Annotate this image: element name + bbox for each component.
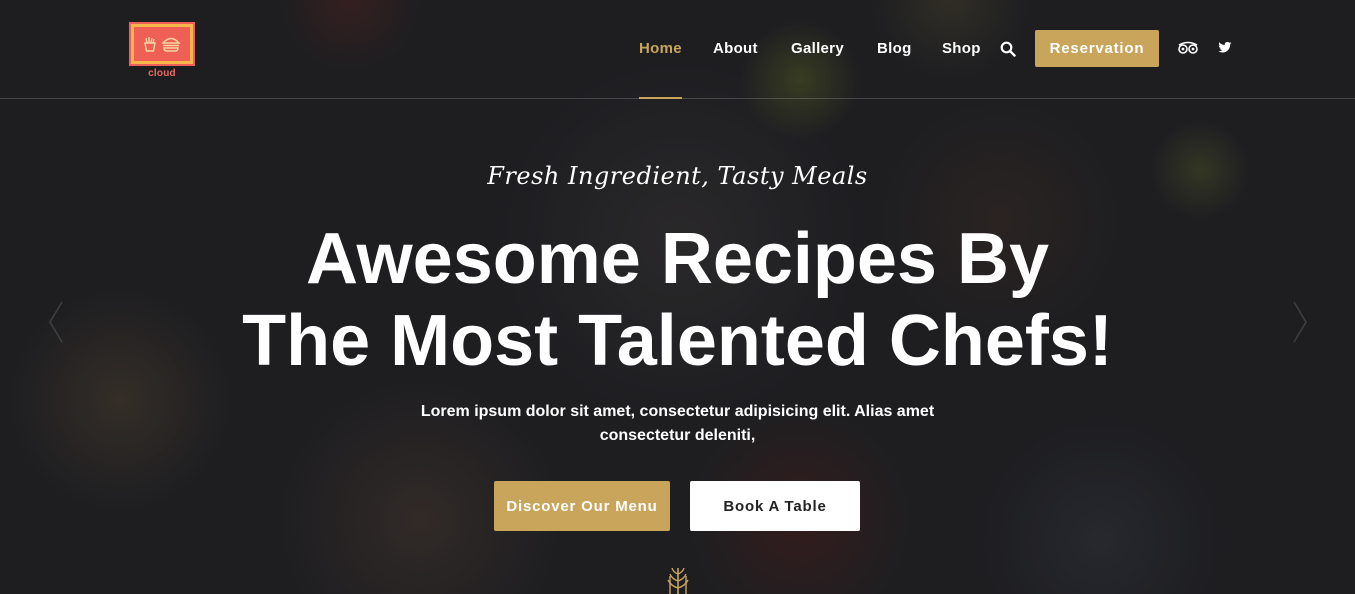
reservation-button[interactable]: Reservation	[1035, 30, 1159, 67]
nav-item-blog[interactable]: Blog	[877, 40, 912, 57]
discover-menu-button[interactable]: Discover Our Menu	[494, 481, 670, 531]
hero-headline-line2: The Most Talented Chefs!	[242, 301, 1113, 381]
burger-icon	[161, 37, 181, 52]
active-nav-underline	[639, 97, 682, 99]
fries-icon	[144, 37, 156, 52]
book-table-button[interactable]: Book A Table	[690, 481, 860, 531]
logo-text: cloud	[148, 68, 176, 79]
nav-item-home[interactable]: Home	[639, 40, 682, 57]
hero-subtitle: Fresh Ingredient, Tasty Meals	[487, 162, 868, 190]
hero-headline: Awesome Recipes By The Most Talented Che…	[0, 218, 1355, 382]
hero-description: Lorem ipsum dolor sit amet, consectetur …	[420, 403, 935, 444]
logo-badge	[129, 22, 195, 66]
site-logo[interactable]: cloud	[129, 22, 195, 80]
site-header: cloud Home About Gallery Blog Shop Reser…	[0, 0, 1355, 99]
hero-headline-line1: Awesome Recipes By	[305, 219, 1050, 299]
search-icon[interactable]	[1000, 41, 1016, 57]
wheat-icon	[667, 567, 689, 594]
twitter-icon[interactable]	[1218, 41, 1232, 54]
tripadvisor-icon[interactable]	[1178, 41, 1198, 55]
nav-item-about[interactable]: About	[713, 40, 758, 57]
nav-item-shop[interactable]: Shop	[942, 40, 981, 57]
nav-item-gallery[interactable]: Gallery	[791, 40, 844, 57]
